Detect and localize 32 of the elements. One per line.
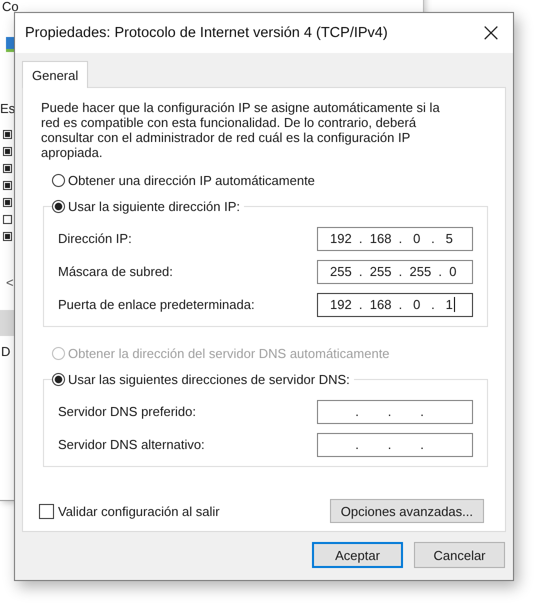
field-label: Servidor DNS alternativo:	[58, 437, 205, 452]
checkbox[interactable]	[3, 147, 12, 156]
window-title: Propiedades: Protocolo de Internet versión 4 (TCP/IPv4)	[25, 25, 388, 41]
checkbox[interactable]	[3, 198, 12, 207]
checkbox[interactable]	[3, 130, 12, 139]
radio-option[interactable]: Obtener una dirección IP automáticamente	[52, 170, 488, 190]
scroll-arrow[interactable]: <	[6, 275, 14, 290]
field-label: Servidor DNS preferido:	[58, 404, 196, 419]
checkbox[interactable]	[3, 215, 12, 224]
checkbox-option[interactable]: Validar configuración al salir	[39, 504, 220, 518]
field-label: Máscara de subred:	[58, 264, 173, 279]
checkbox[interactable]	[3, 181, 12, 190]
ip-address-field[interactable]: 192 . 168 . 0 . 5	[317, 226, 473, 250]
checkbox[interactable]	[3, 232, 12, 241]
field-label: Dirección IP:	[58, 231, 132, 246]
list-band	[0, 310, 14, 336]
ip-address-field[interactable]: . . .	[317, 432, 473, 456]
dialog-button[interactable]: Cancelar	[414, 542, 505, 568]
close-button[interactable]: ×	[469, 13, 513, 53]
window-title: Co	[2, 1, 19, 12]
tab[interactable]: General	[22, 61, 88, 88]
description-text: Puede hacer que la configuración IP se asigne automáticamente si la red es compatible con esta funcionalidad. De lo contrario, deberá consultar con el administrador de red cuál es la configuración IP apropiada.	[41, 100, 441, 160]
field-label: Puerta de enlace predeterminada:	[58, 297, 255, 312]
column-header: Es	[0, 101, 16, 116]
ip-address-field[interactable]: 255 . 255 . 255 . 0	[317, 260, 473, 284]
radio-option: Obtener la dirección del servidor DNS automáticamente	[52, 343, 488, 363]
ip-address-field[interactable]: 192 . 168 . 0 . 1	[317, 292, 473, 316]
list-item: D	[1, 344, 10, 359]
advanced-button[interactable]: Opciones avanzadas...	[330, 499, 484, 523]
ip-address-field[interactable]: . . .	[317, 400, 473, 424]
dialog-button[interactable]: Aceptar	[312, 542, 403, 568]
checkbox[interactable]	[3, 164, 12, 173]
